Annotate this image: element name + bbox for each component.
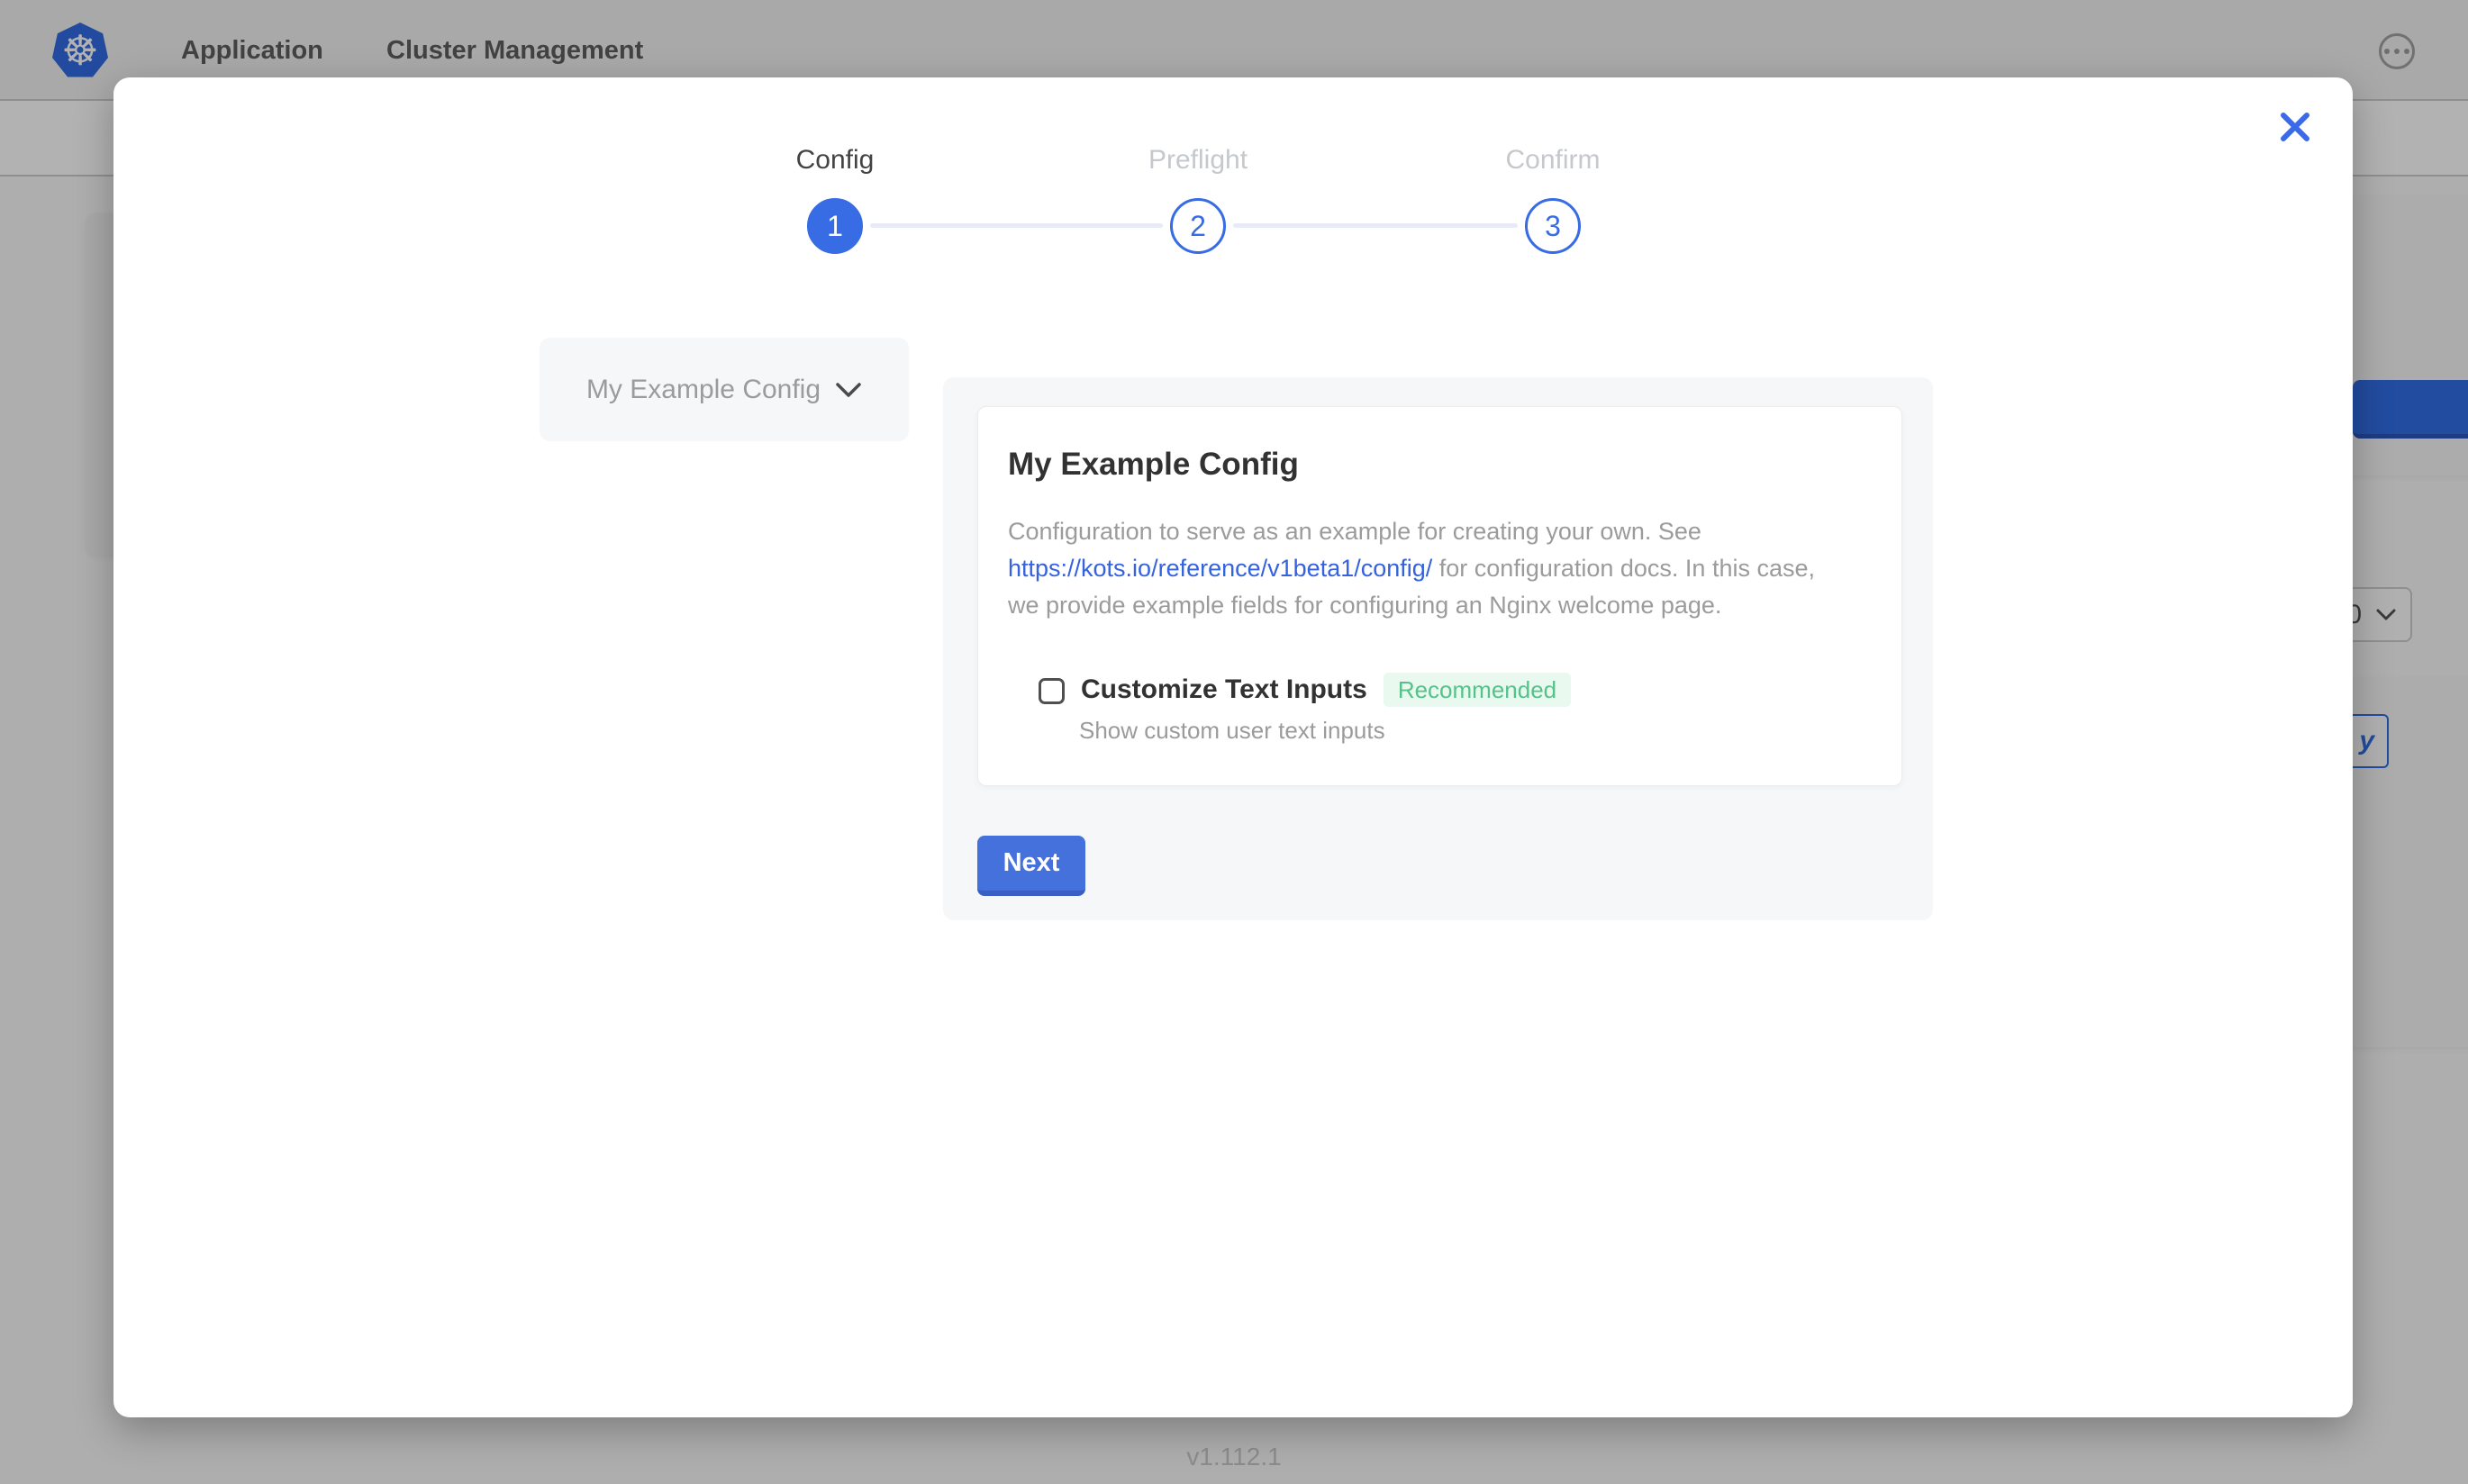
step-circle-confirm: 3 [1525, 198, 1581, 254]
description-line1: Configuration to serve as an example for… [1008, 518, 1701, 545]
description-line2: for configuration docs. In this case, [1432, 555, 1815, 582]
step-label-confirm: Confirm [1505, 144, 1600, 176]
config-card-description: Configuration to serve as an example for… [1008, 513, 1877, 624]
config-group-label: My Example Config [586, 375, 821, 405]
customize-text-inputs-checkbox[interactable] [1039, 678, 1065, 704]
step-connector [1233, 223, 1518, 228]
chevron-down-icon [835, 382, 862, 398]
step-connector [870, 223, 1163, 228]
checkbox-label: Customize Text Inputs [1081, 674, 1367, 705]
config-wizard-modal: Config Preflight Confirm 1 2 3 My Exampl… [113, 77, 2353, 1417]
next-button[interactable]: Next [977, 836, 1085, 896]
close-icon [2280, 112, 2310, 142]
description-line3: we provide example fields for configurin… [1008, 592, 1721, 619]
step-circle-preflight: 2 [1170, 198, 1226, 254]
config-card-title: My Example Config [1008, 447, 1299, 483]
checkbox-help-text: Show custom user text inputs [1079, 717, 1385, 745]
screen: ☸ Application Cluster Management 0 y v1.… [0, 0, 2468, 1484]
close-button[interactable] [2273, 105, 2317, 149]
config-panel: My Example Config Configuration to serve… [943, 377, 1933, 920]
recommended-badge: Recommended [1384, 673, 1571, 707]
config-group-select[interactable]: My Example Config [540, 338, 909, 441]
checkbox-option-row: Customize Text Inputs Recommended [1081, 671, 1571, 709]
config-card: My Example Config Configuration to serve… [977, 406, 1902, 786]
step-label-preflight: Preflight [1148, 144, 1248, 176]
step-circle-config: 1 [807, 198, 863, 254]
step-label-config: Config [796, 144, 875, 176]
config-docs-link[interactable]: https://kots.io/reference/v1beta1/config… [1008, 555, 1432, 582]
